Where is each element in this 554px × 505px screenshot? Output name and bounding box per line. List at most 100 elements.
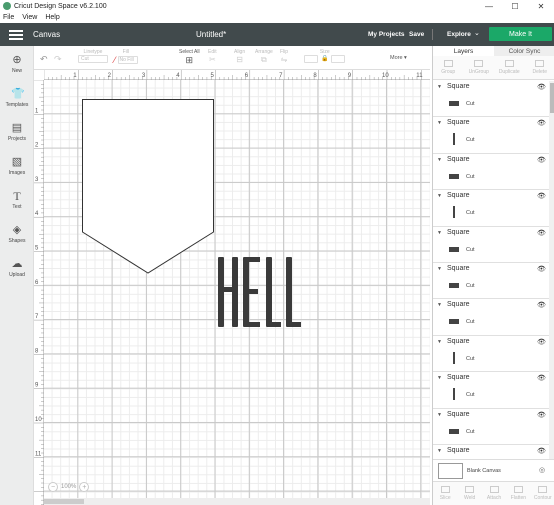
- layer-item[interactable]: ▼Square👁Cut: [433, 154, 549, 191]
- flip-button[interactable]: Flip ⇋: [280, 49, 288, 64]
- canvas-swatch[interactable]: [438, 463, 463, 479]
- maximize-icon[interactable]: ☐: [502, 0, 528, 12]
- layer-name: Square: [447, 192, 470, 200]
- eye-icon[interactable]: 👁: [537, 265, 546, 273]
- chevron-down-icon[interactable]: ▼: [437, 266, 442, 272]
- more-menu[interactable]: More ▾: [390, 55, 407, 61]
- eye-icon[interactable]: 👁: [537, 411, 546, 419]
- menu-view[interactable]: View: [22, 14, 37, 21]
- weld-button[interactable]: Weld: [457, 482, 481, 505]
- sidebar-item-shapes[interactable]: ◈ Shapes: [0, 224, 34, 244]
- minimize-icon[interactable]: —: [476, 0, 502, 12]
- scrollbar-thumb[interactable]: [550, 83, 554, 113]
- layer-item[interactable]: ▼Square👁Cut: [433, 372, 549, 409]
- menu-help[interactable]: Help: [45, 14, 59, 21]
- scrollbar-thumb[interactable]: [44, 499, 84, 504]
- attach-button[interactable]: Attach: [482, 482, 506, 505]
- my-projects-button[interactable]: My Projects: [368, 31, 405, 38]
- layer-item[interactable]: ▼Square👁Cut: [433, 445, 549, 459]
- sidebar-item-templates[interactable]: 👕 Templates: [0, 88, 34, 108]
- pennant-shape[interactable]: [82, 99, 216, 276]
- eye-icon[interactable]: 👁: [537, 447, 546, 455]
- contour-button[interactable]: Contour: [531, 482, 554, 505]
- slice-button[interactable]: Slice: [433, 482, 457, 505]
- duplicate-button[interactable]: Duplicate: [494, 56, 525, 79]
- sidebar-item-images[interactable]: ▧ Images: [0, 156, 34, 176]
- sidebar-item-new[interactable]: ⊕ New: [0, 54, 34, 74]
- tab-layers[interactable]: Layers: [433, 46, 494, 56]
- sidebar-item-projects[interactable]: ▤ Projects: [0, 122, 34, 142]
- layer-item[interactable]: ▼Square👁Cut: [433, 190, 549, 227]
- width-input[interactable]: [304, 55, 318, 63]
- chevron-down-icon[interactable]: ⌄: [474, 29, 480, 37]
- panel-tabs: Layers Color Sync: [433, 46, 554, 56]
- fill-dropdown[interactable]: Fill ⁄ No Fill: [114, 49, 138, 65]
- layer-item[interactable]: ▼Square👁Cut: [433, 81, 549, 118]
- size-controls[interactable]: Size 🔒: [304, 49, 346, 63]
- chevron-down-icon[interactable]: ▼: [437, 84, 442, 90]
- linetype-value[interactable]: Cut: [78, 55, 108, 63]
- linetype-dropdown[interactable]: Linetype Cut: [78, 49, 108, 63]
- layer-item[interactable]: ▼Square👁Cut: [433, 263, 549, 300]
- layer-item[interactable]: ▼Square👁Cut: [433, 299, 549, 336]
- eye-icon[interactable]: 👁: [537, 338, 546, 346]
- save-button[interactable]: Save: [409, 31, 424, 38]
- layer-bottom-actions: Slice Weld Attach Flatten Contour: [433, 481, 554, 505]
- eye-icon[interactable]: 👁: [537, 229, 546, 237]
- layer-thumbnail: [449, 319, 459, 325]
- eye-icon[interactable]: 👁: [537, 83, 546, 91]
- group-button[interactable]: Group: [433, 56, 464, 79]
- zoom-in-button[interactable]: +: [79, 482, 90, 492]
- explore-button[interactable]: Explore: [447, 31, 471, 38]
- align-button[interactable]: Align ⊟: [234, 49, 245, 64]
- eye-icon[interactable]: 👁: [537, 119, 546, 127]
- layer-item[interactable]: ▼Square👁Cut: [433, 117, 549, 154]
- eye-icon[interactable]: 👁: [537, 156, 546, 164]
- hamburger-menu-icon[interactable]: [9, 29, 23, 40]
- chevron-down-icon[interactable]: ▼: [437, 375, 442, 381]
- eye-icon[interactable]: 👁: [537, 374, 546, 382]
- design-canvas[interactable]: 1 2 3 4 5 6 7 8 9 10 11 1 2 3 4 5 6 7 8 9 10 11 − 10: [34, 70, 430, 505]
- chevron-down-icon[interactable]: ▼: [437, 448, 442, 454]
- layer-item[interactable]: ▼Square👁Cut: [433, 336, 549, 373]
- chevron-down-icon[interactable]: ▼: [437, 339, 442, 345]
- upload-icon: ☁: [11, 258, 23, 270]
- sidebar-item-label: Text: [12, 204, 22, 210]
- flatten-button[interactable]: Flatten: [506, 482, 530, 505]
- fill-value[interactable]: No Fill: [117, 56, 138, 64]
- menu-file[interactable]: File: [3, 14, 14, 21]
- lock-icon[interactable]: 🔒: [321, 55, 328, 63]
- blank-canvas-label: Blank Canvas: [467, 468, 501, 474]
- arrange-button[interactable]: Arrange ⧉: [255, 49, 273, 65]
- zoom-out-button[interactable]: −: [48, 482, 58, 492]
- redo-icon[interactable]: ↷: [54, 54, 62, 65]
- chevron-down-icon[interactable]: ▼: [437, 120, 442, 126]
- hell-text-object[interactable]: [218, 257, 302, 329]
- chevron-down-icon[interactable]: ▼: [437, 230, 442, 236]
- tab-color-sync[interactable]: Color Sync: [494, 46, 554, 56]
- delete-button[interactable]: Delete: [525, 56, 554, 79]
- chevron-down-icon[interactable]: ▼: [437, 412, 442, 418]
- blank-canvas-row[interactable]: Blank Canvas ◎: [433, 459, 554, 481]
- layer-item[interactable]: ▼Square👁Cut: [433, 227, 549, 263]
- app-header: Canvas Untitled* My Projects Save Explor…: [0, 23, 554, 46]
- height-input[interactable]: [331, 55, 346, 63]
- select-all-button[interactable]: Select All ⊞: [179, 49, 200, 66]
- chevron-down-icon[interactable]: ▼: [437, 302, 442, 308]
- sidebar-item-text[interactable]: T Text: [0, 190, 34, 210]
- make-it-button[interactable]: Make It: [489, 27, 552, 41]
- layer-item[interactable]: ▼Square👁Cut: [433, 409, 549, 445]
- chevron-down-icon[interactable]: ▼: [437, 157, 442, 163]
- ungroup-button[interactable]: UnGroup: [464, 56, 495, 79]
- align-icon: ⊟: [236, 55, 243, 64]
- layers-scrollbar[interactable]: [549, 81, 554, 459]
- chevron-down-icon[interactable]: ▼: [437, 193, 442, 199]
- undo-icon[interactable]: ↶: [40, 54, 48, 65]
- eye-icon[interactable]: 👁: [537, 192, 546, 200]
- close-icon[interactable]: ✕: [528, 0, 554, 12]
- sidebar-item-upload[interactable]: ☁ Upload: [0, 258, 34, 278]
- eye-icon[interactable]: 👁: [537, 301, 546, 309]
- edit-button[interactable]: Edit ✂: [208, 49, 217, 64]
- eye-hidden-icon[interactable]: ◎: [539, 466, 545, 474]
- horizontal-scrollbar[interactable]: [44, 498, 430, 505]
